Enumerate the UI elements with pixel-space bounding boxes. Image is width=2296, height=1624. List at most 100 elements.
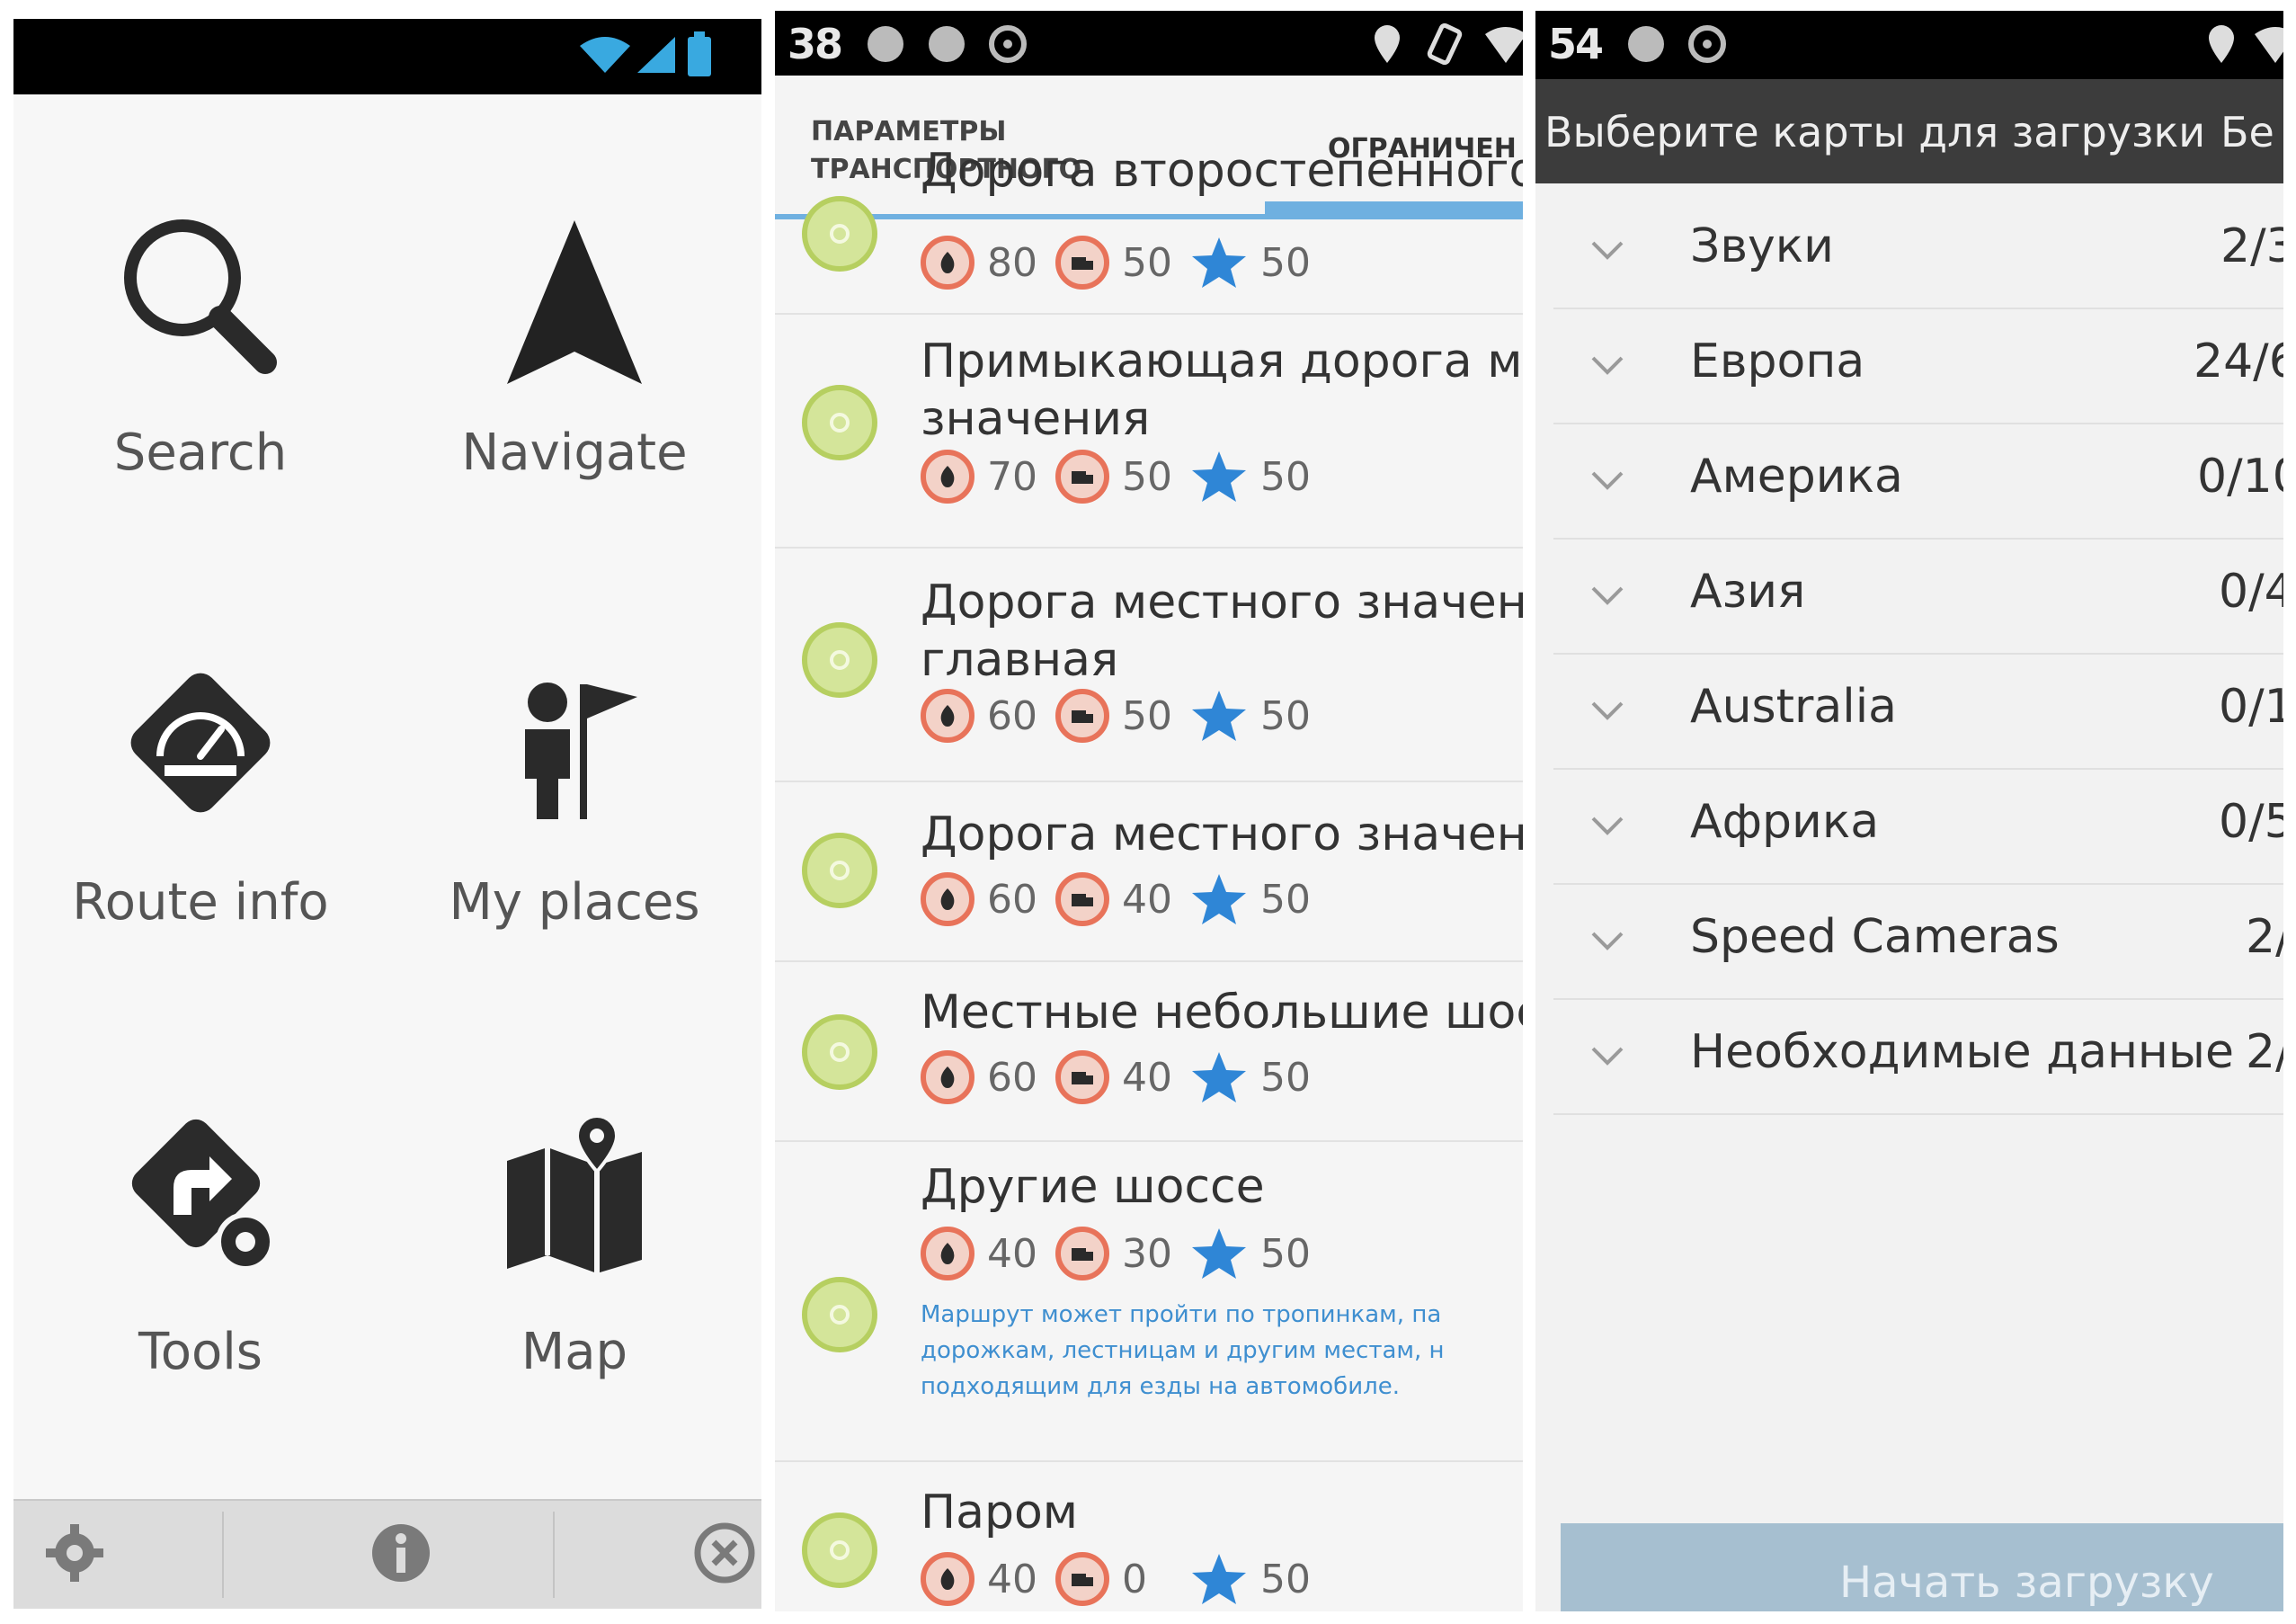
navigate-label: Navigate (461, 424, 688, 482)
road-type-note: Маршрут может пройти по тропинкам, па дор… (921, 1297, 1523, 1405)
road-type-stats: 70 50 50 (921, 448, 1316, 505)
road-type-toggle[interactable] (802, 385, 877, 460)
map-region-item[interactable]: Необходимые данные2/ (1553, 1000, 2283, 1115)
road-type-toggle[interactable] (802, 1512, 877, 1588)
road-type-row[interactable]: Дорога местного значени главная 60 50 50 (775, 547, 1523, 782)
truck-value: 0 (1122, 1556, 1147, 1602)
map-region-item[interactable]: Африка 0/5 (1553, 770, 2283, 885)
start-download-button[interactable]: Начать загрузку (1561, 1523, 2283, 1611)
priority-value: 50 (1260, 692, 1311, 739)
speed-limit-icon (921, 689, 974, 743)
map-region-item[interactable]: Европа 24/6 (1553, 309, 2283, 424)
road-type-title-line: Другие шоссе (921, 1160, 1265, 1214)
exit-icon[interactable] (692, 1521, 757, 1585)
header-action-partial[interactable]: Бе (2220, 108, 2274, 156)
road-type-toggle[interactable] (802, 1277, 877, 1352)
speed-limit-icon (921, 450, 974, 504)
road-type-title: Дорога местного значени главная (921, 574, 1523, 689)
road-type-title-line: Дорога местного значени (921, 808, 1523, 861)
road-type-toggle[interactable] (802, 1014, 877, 1090)
my-places-label: My places (449, 873, 700, 932)
truck-value: 40 (1122, 1054, 1172, 1101)
truck-glyph (1072, 257, 1093, 270)
chevron-down-icon[interactable] (1589, 583, 1625, 610)
priority-value: 50 (1260, 876, 1311, 923)
settings-gear-icon[interactable] (42, 1521, 107, 1585)
navigate-arrow-icon (507, 220, 642, 384)
priority-star-icon (1192, 451, 1246, 502)
priority-star-icon (1192, 874, 1246, 924)
map-region-item[interactable]: Звуки 2/3 (1553, 194, 2283, 309)
truck-icon (1055, 1227, 1109, 1280)
road-type-stats: 60 40 50 (921, 870, 1316, 928)
truck-icon (1055, 872, 1109, 926)
road-type-row[interactable]: Паром 40 0 50 (775, 1460, 1523, 1611)
road-type-title: Примыкающая дорога ме значения (921, 333, 1523, 448)
road-type-row[interactable]: Дорога второстепенного 80 50 50 (775, 144, 1523, 315)
speed-value: 60 (987, 876, 1037, 923)
road-type-stats: 40 0 50 (921, 1550, 1316, 1608)
chevron-down-icon[interactable] (1589, 928, 1625, 955)
search-tile[interactable]: Search (13, 181, 387, 504)
my-places-tile[interactable]: My places (387, 639, 761, 963)
map-region-item[interactable]: Australia 0/1 (1553, 655, 2283, 770)
road-type-note-line: Маршрут может пройти по тропинкам, па (921, 1301, 1442, 1328)
road-type-row[interactable]: Другие шоссе 40 30 50 Маршрут может пройти п… (775, 1140, 1523, 1462)
navigate-tile[interactable]: Navigate (387, 181, 761, 504)
steering-wheel-icon (1688, 25, 1726, 63)
tools-gear-icon (131, 1119, 275, 1272)
search-icon (124, 219, 277, 374)
truck-glyph (1072, 894, 1093, 906)
chevron-down-icon[interactable] (1589, 468, 1625, 495)
priority-star-icon (1192, 1052, 1246, 1102)
road-type-title-line: главная (921, 633, 1119, 687)
chevron-down-icon[interactable] (1589, 237, 1625, 264)
map-region-count: 0/4 (2219, 565, 2283, 619)
page-title: Выберите карты для загрузки (1544, 108, 2206, 156)
route-parameters-screen: 38 ПАРАМЕТРЫ ТРАНСПОРТНОГО ОГРАНИЧЕН Дор… (775, 11, 1523, 1611)
map-region-count: 2/ (2246, 910, 2283, 964)
map-region-item[interactable]: Speed Cameras 2/ (1553, 885, 2283, 1000)
truck-glyph (1072, 1248, 1093, 1261)
chevron-down-icon[interactable] (1589, 813, 1625, 840)
status-bar: 54 (1535, 11, 2283, 79)
tools-tile[interactable]: Tools (13, 1089, 387, 1413)
map-region-count: 0/10 (2197, 450, 2283, 504)
truck-value: 30 (1122, 1230, 1172, 1277)
map-region-item[interactable]: Азия 0/4 (1553, 540, 2283, 655)
route-info-tile[interactable]: Route info (13, 639, 387, 963)
road-type-toggle[interactable] (802, 196, 877, 272)
info-icon[interactable] (369, 1521, 433, 1585)
road-type-toggle[interactable] (802, 622, 877, 698)
truck-glyph (1072, 1072, 1093, 1084)
priority-star-icon (1192, 237, 1246, 288)
wifi-icon (2255, 27, 2283, 63)
road-type-stats: 60 40 50 (921, 1048, 1316, 1106)
wifi-icon (1485, 27, 1523, 63)
map-region-count: 0/1 (2219, 680, 2283, 734)
road-type-title-line: Паром (921, 1486, 1079, 1539)
main-menu-screen: Search Navigate Route info My places Too… (13, 19, 761, 1609)
truck-value: 50 (1122, 239, 1172, 286)
priority-star-icon (1192, 1228, 1246, 1279)
priority-value: 50 (1260, 239, 1311, 286)
road-type-row[interactable]: Примыкающая дорога ме значения 70 50 50 (775, 313, 1523, 549)
road-type-stats: 80 50 50 (921, 234, 1316, 291)
road-type-toggle[interactable] (802, 833, 877, 908)
road-type-title-line: значения (921, 392, 1151, 446)
truck-icon (1055, 1552, 1109, 1606)
location-pin-icon (2209, 25, 2234, 63)
road-type-title: Другие шоссе (921, 1158, 1523, 1216)
map-tile[interactable]: Map (387, 1089, 761, 1413)
speed-limit-icon (921, 872, 974, 926)
status-bar (13, 19, 761, 94)
road-type-row[interactable]: Дорога местного значени 60 40 50 (775, 781, 1523, 962)
road-type-row[interactable]: Местные небольшие шос 60 40 50 (775, 960, 1523, 1142)
map-region-name: Australia (1690, 680, 1898, 734)
chevron-down-icon[interactable] (1589, 1043, 1625, 1070)
route-info-label: Route info (72, 873, 329, 932)
chevron-down-icon[interactable] (1589, 352, 1625, 379)
chevron-down-icon[interactable] (1589, 698, 1625, 725)
map-region-item[interactable]: Америка 0/10 (1553, 424, 2283, 540)
steering-wheel-icon (989, 25, 1027, 63)
